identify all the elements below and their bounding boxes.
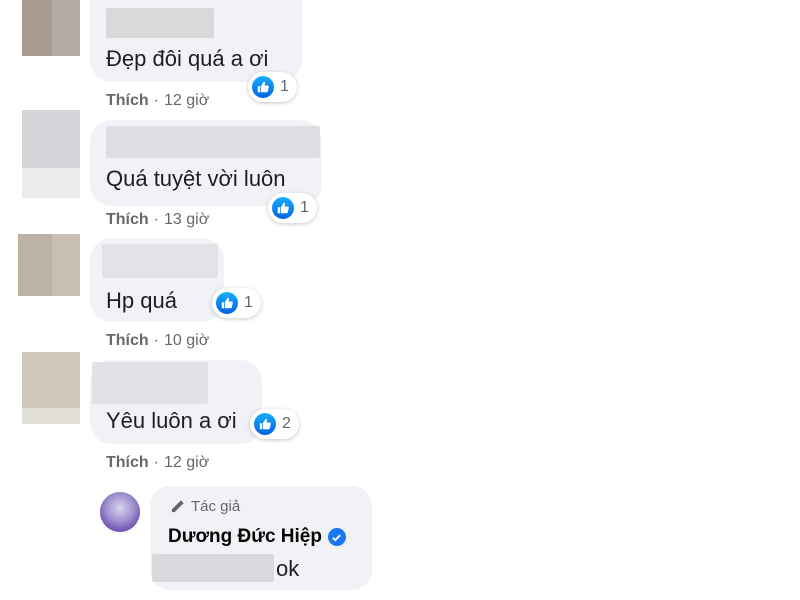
author-badge: Tác giả	[170, 498, 240, 515]
comment-text: Đẹp đôi quá a ơi	[106, 46, 269, 71]
reaction-count: 2	[282, 415, 291, 432]
pencil-icon	[171, 500, 184, 513]
avatar[interactable]	[22, 0, 80, 56]
like-thumb-icon	[254, 413, 276, 435]
verified-check-icon	[327, 528, 346, 546]
comment-text: Quá tuyệt vời luôn	[106, 166, 286, 191]
blurred-commenter-name[interactable]	[102, 244, 218, 278]
reaction-count-badge[interactable]: 1	[212, 288, 261, 318]
timestamp[interactable]: 10 giờ	[164, 332, 209, 349]
blurred-commenter-name[interactable]	[106, 8, 214, 38]
separator: ·	[153, 454, 159, 471]
timestamp[interactable]: 12 giờ	[164, 454, 209, 471]
reaction-count: 1	[244, 294, 253, 311]
author-badge-label: Tác giả	[191, 498, 241, 515]
comment-meta: Thích · 10 giờ	[106, 332, 209, 350]
author-avatar[interactable]	[100, 492, 140, 532]
timestamp[interactable]: 12 giờ	[164, 92, 209, 109]
blurred-mention[interactable]	[152, 554, 274, 582]
author-name-text[interactable]: Dương Đức Hiệp	[168, 526, 322, 548]
avatar[interactable]	[18, 234, 80, 296]
avatar[interactable]	[22, 352, 80, 424]
like-link[interactable]: Thích	[106, 454, 149, 471]
comment-meta: Thích · 12 giờ	[106, 92, 209, 110]
reaction-count-badge[interactable]: 2	[250, 409, 299, 439]
separator: ·	[153, 92, 159, 109]
comment-meta: Thích · 12 giờ	[106, 454, 209, 472]
separator: ·	[153, 211, 159, 228]
author-name[interactable]: Dương Đức Hiệp	[168, 526, 346, 548]
comment-meta: Thích · 13 giờ	[106, 211, 209, 229]
reply-text: ok	[276, 556, 300, 581]
like-thumb-icon	[272, 197, 294, 219]
blurred-commenter-name[interactable]	[106, 126, 320, 158]
like-thumb-icon	[252, 76, 274, 98]
like-link[interactable]: Thích	[106, 332, 149, 349]
like-thumb-icon	[216, 292, 238, 314]
reaction-count-badge[interactable]: 1	[268, 193, 317, 223]
reaction-count: 1	[280, 78, 289, 95]
timestamp[interactable]: 13 giờ	[164, 211, 209, 228]
like-link[interactable]: Thích	[106, 92, 149, 109]
reaction-count-badge[interactable]: 1	[248, 72, 297, 102]
avatar[interactable]	[22, 110, 80, 198]
blurred-commenter-name[interactable]	[92, 362, 208, 404]
reaction-count: 1	[300, 199, 309, 216]
like-link[interactable]: Thích	[106, 211, 149, 228]
separator: ·	[153, 332, 159, 349]
comment-text: Yêu luôn a ơi	[106, 408, 237, 433]
comment-thread: Đẹp đôi quá a ơi 1 Thích · 12 giờ Quá tuyệ…	[0, 0, 800, 600]
comment-text: Hp quá	[106, 288, 177, 313]
